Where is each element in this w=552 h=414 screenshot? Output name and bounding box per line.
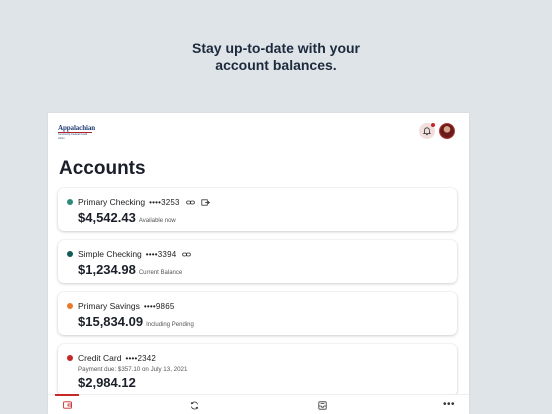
- accounts-tab[interactable]: [60, 399, 74, 411]
- marketing-headline: Stay up-to-date with your account balanc…: [0, 40, 552, 74]
- bottom-tab-bar: •••: [48, 394, 469, 414]
- account-balance: $2,984.12: [78, 375, 136, 390]
- balance-row: $2,984.12: [78, 375, 139, 390]
- account-card-primary-savings[interactable]: Primary Savings ••••9865 $15,834.09 Incl…: [58, 292, 457, 335]
- logo-text: Appalachian: [58, 124, 96, 133]
- wallet-icon: [62, 401, 72, 409]
- account-number-mask: ••••3394: [145, 249, 177, 259]
- balance-row: $4,542.43 Available now: [78, 210, 176, 225]
- balance-row: $15,834.09 Including Pending: [78, 314, 194, 329]
- profile-avatar[interactable]: [439, 123, 455, 139]
- account-status-dot: [67, 251, 73, 257]
- account-number-mask: ••••3253: [149, 197, 180, 207]
- account-header: Credit Card ••••2342: [67, 353, 156, 363]
- page-title: Accounts: [59, 158, 146, 179]
- account-status-dot: [67, 355, 73, 361]
- balance-note: Including Pending: [146, 322, 194, 328]
- headline-line-1: Stay up-to-date with your: [192, 40, 360, 56]
- account-number-mask: ••••9865: [143, 301, 175, 311]
- account-name: Primary Savings: [78, 301, 140, 311]
- account-balance: $1,234.98: [78, 262, 136, 277]
- refresh-transfer-icon: [190, 401, 198, 409]
- credit-union-logo[interactable]: Appalachian Community Federal Credit Uni…: [58, 124, 96, 140]
- account-header: Primary Checking ••••3253: [67, 197, 210, 207]
- account-name: Primary Checking: [78, 197, 146, 207]
- account-header: Primary Savings ••••9865: [67, 301, 175, 311]
- inbox-icon: [317, 400, 327, 410]
- account-card-credit-card[interactable]: Credit Card ••••2342 Payment due: $357.1…: [58, 344, 457, 396]
- account-balance: $15,834.09: [78, 314, 144, 329]
- balance-row: $1,234.98 Current Balance: [78, 262, 182, 277]
- notifications-button[interactable]: [419, 123, 435, 139]
- notification-badge: [431, 123, 435, 127]
- balance-note: Available now: [138, 218, 176, 224]
- transfers-tab[interactable]: [187, 399, 201, 411]
- account-status-dot: [67, 303, 73, 309]
- payment-due-note: Payment due: $357.10 on July 13, 2021: [78, 366, 188, 373]
- balance-note: Current Balance: [138, 270, 183, 276]
- app-top-bar: Appalachian Community Federal Credit Uni…: [48, 113, 469, 153]
- app-screen: Appalachian Community Federal Credit Uni…: [48, 113, 469, 414]
- account-balance: $4,542.43: [78, 210, 136, 225]
- account-name: Simple Checking: [78, 249, 142, 259]
- account-card-simple-checking[interactable]: Simple Checking ••••3394 $1,234.98 Curre…: [58, 240, 457, 283]
- account-header: Simple Checking ••••3394: [67, 249, 192, 259]
- more-tab[interactable]: •••: [442, 399, 456, 411]
- account-number-mask: ••••2342: [125, 353, 157, 363]
- account-name: Credit Card: [78, 353, 122, 363]
- account-status-dot: [67, 199, 73, 205]
- active-tab-indicator: [55, 394, 79, 396]
- transfer-icon: [201, 198, 210, 206]
- link-icon: [182, 252, 192, 256]
- link-icon: [185, 200, 195, 204]
- deposit-tab[interactable]: [315, 399, 329, 411]
- headline-line-2: account balances.: [215, 57, 337, 73]
- logo-subtext: Community Federal Credit Union: [58, 133, 88, 140]
- account-card-primary-checking[interactable]: Primary Checking ••••3253 $4,542.43 Avai…: [58, 188, 457, 231]
- bell-icon: [423, 126, 431, 135]
